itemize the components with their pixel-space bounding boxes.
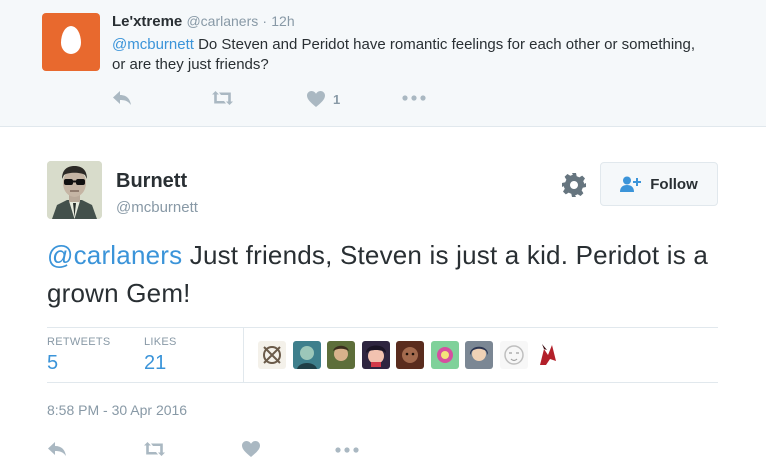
egg-avatar-icon	[61, 26, 81, 54]
retweet-icon	[144, 442, 165, 456]
tweet-actions	[47, 438, 377, 462]
retweets-stat[interactable]: RETWEETS 5	[47, 336, 111, 375]
author-name[interactable]: Burnett	[116, 170, 187, 193]
liker-avatars	[258, 341, 569, 369]
parent-avatar[interactable]	[42, 13, 100, 71]
parent-retweet-button[interactable]	[211, 90, 234, 106]
retweets-count: 5	[47, 352, 59, 374]
follow-person-icon	[620, 176, 642, 192]
parent-mention-link[interactable]: @mcburnett	[112, 36, 194, 53]
tweet-settings-button[interactable]	[561, 172, 587, 198]
reply-icon	[48, 442, 66, 456]
liker-avatar[interactable]	[396, 341, 424, 369]
tweet-mention-link[interactable]: @carlaners	[47, 240, 182, 270]
heart-icon	[307, 91, 325, 107]
author-avatar[interactable]	[47, 161, 102, 219]
more-icon	[335, 447, 359, 453]
parent-tweet-time[interactable]: 12h	[271, 13, 294, 29]
parent-tweet-actions: 1	[112, 90, 442, 110]
like-button[interactable]	[241, 440, 261, 458]
tweet-text: @carlaners Just friends, Steven is just …	[47, 236, 737, 312]
liker-avatar[interactable]	[361, 341, 390, 369]
heart-icon	[242, 441, 260, 457]
liker-avatar[interactable]	[534, 341, 562, 369]
tweet-stats: RETWEETS 5 LIKES 21	[47, 327, 718, 383]
separator-dot: ·	[262, 13, 268, 29]
more-button[interactable]	[335, 444, 359, 456]
parent-tweet-header: Le'xtreme @carlaners · 12h	[112, 13, 295, 30]
reply-icon	[113, 91, 131, 105]
parent-author-name[interactable]: Le'xtreme	[112, 13, 182, 30]
parent-like-count: 1	[333, 91, 341, 107]
retweets-label: RETWEETS	[47, 336, 111, 348]
liker-avatar[interactable]	[258, 341, 286, 369]
liker-avatar[interactable]	[465, 341, 493, 369]
author-avatar-image	[47, 161, 102, 219]
parent-author-handle[interactable]: @carlaners	[186, 13, 258, 29]
liker-avatar[interactable]	[499, 341, 528, 369]
parent-reply-button[interactable]	[112, 90, 132, 106]
reply-button[interactable]	[47, 441, 67, 457]
tweet-timestamp[interactable]: 8:58 PM - 30 Apr 2016	[47, 402, 187, 418]
likes-stat[interactable]: LIKES 21	[144, 336, 177, 375]
parent-tweet-body: Do Steven and Peridot have romantic feel…	[112, 36, 696, 73]
author-handle[interactable]: @mcburnett	[116, 199, 198, 216]
parent-like-button[interactable]: 1	[306, 90, 340, 108]
likes-label: LIKES	[144, 336, 177, 348]
parent-tweet-text: @mcburnett Do Steven and Peridot have ro…	[112, 35, 712, 75]
parent-tweet[interactable]: Le'xtreme @carlaners · 12h @mcburnett Do…	[0, 0, 766, 127]
stats-divider	[243, 328, 244, 383]
liker-avatar[interactable]	[292, 341, 321, 369]
follow-label: Follow	[650, 175, 698, 193]
more-icon	[402, 95, 426, 101]
liker-avatar[interactable]	[430, 341, 459, 369]
parent-more-button[interactable]	[402, 92, 426, 104]
retweet-button[interactable]	[143, 441, 166, 457]
retweet-icon	[212, 91, 233, 105]
liker-avatar[interactable]	[327, 341, 355, 369]
follow-button[interactable]: Follow	[600, 162, 718, 206]
gear-icon	[562, 173, 586, 197]
likes-count: 21	[144, 352, 167, 374]
